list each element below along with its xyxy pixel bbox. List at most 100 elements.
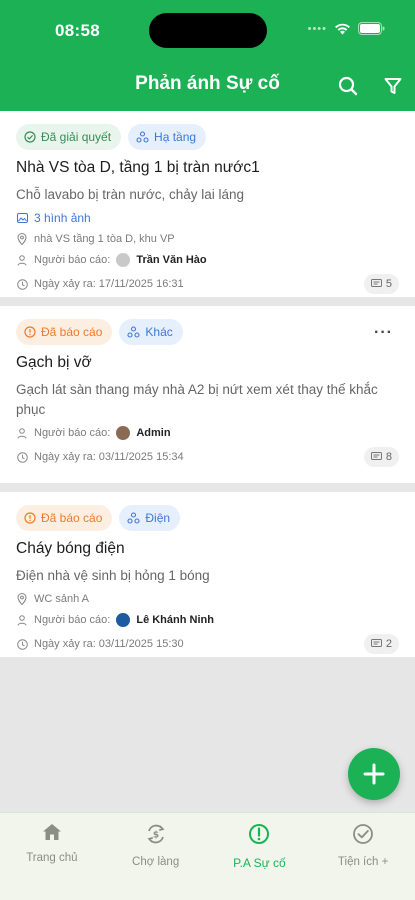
category-label: Hạ tầng — [154, 130, 197, 144]
clock-icon — [16, 638, 28, 650]
status-badge: Đã báo cáo — [16, 505, 113, 531]
location-pin-icon — [16, 233, 28, 245]
battery-icon — [358, 22, 385, 35]
tab-label: P.A Sự cố — [233, 856, 286, 870]
category-badge: Điện — [119, 505, 181, 531]
location-row: nhà VS tầng 1 tòa D, khu VP — [16, 231, 399, 247]
date-text: Ngày xảy ra: 03/11/2025 15:30 — [34, 638, 184, 650]
tab-label: Tiện ích + — [337, 856, 389, 868]
comment-icon — [370, 452, 382, 460]
card-title: Gạch bị vỡ — [16, 354, 92, 371]
comment-icon — [370, 279, 382, 287]
status-label: Đã báo cáo — [41, 511, 103, 525]
wifi-icon — [335, 23, 350, 34]
status-badge: Đã giải quyết — [16, 124, 122, 150]
tab-home[interactable]: Trang chủ — [0, 813, 104, 900]
card-description: Chỗ lavabo bị tràn nước, chảy lai láng — [16, 187, 245, 202]
reporter-name: Admin — [136, 427, 171, 439]
location-text: nhà VS tầng 1 tòa D, khu VP — [34, 233, 175, 245]
person-icon — [16, 427, 28, 439]
more-options-button[interactable]: ··· — [374, 324, 393, 342]
avatar — [116, 426, 131, 440]
category-badge: Khác — [119, 319, 183, 345]
alert-circle-icon — [24, 326, 36, 338]
status-icons: •••• — [308, 22, 385, 35]
incident-card[interactable]: ··· Đã báo cáo Khác Gạch bị vỡ Gạch lát … — [0, 306, 415, 483]
images-link[interactable]: 3 hình ảnh — [34, 211, 91, 225]
location-text: WC sảnh A — [34, 593, 90, 605]
reporter-row: Người báo cáo: Admin — [16, 425, 399, 441]
comment-count: 2 — [363, 634, 399, 654]
date-text: Ngày xảy ra: 03/11/2025 15:34 — [34, 451, 184, 463]
card-tags: Đã báo cáo Điện — [16, 505, 399, 531]
incident-card[interactable]: Đã giải quyết Hạ tầng Nhà VS tòa D, tầng… — [0, 111, 415, 297]
card-tags: Đã giải quyết Hạ tầng — [16, 124, 399, 150]
reporter-name: Trần Văn Hào — [136, 254, 207, 266]
category-icon — [127, 326, 140, 338]
tab-label: Trang chủ — [26, 852, 78, 864]
tab-incidents[interactable]: P.A Sự cố — [208, 813, 312, 900]
images-row[interactable]: 3 hình ảnh — [16, 210, 399, 226]
category-label: Khác — [145, 325, 173, 339]
exchange-icon: $ — [147, 824, 165, 844]
filter-icon — [384, 78, 402, 94]
search-button[interactable] — [336, 74, 360, 98]
dynamic-island — [149, 13, 267, 48]
date-row: Ngày xảy ra: 17/11/2025 16:31 5 — [16, 274, 399, 294]
status-label: Đã báo cáo — [41, 325, 103, 339]
card-title: Nhà VS tòa D, tầng 1 bị tràn nước1 — [16, 159, 260, 176]
person-icon — [16, 614, 28, 626]
incident-list: Đã giải quyết Hạ tầng Nhà VS tòa D, tầng… — [0, 111, 415, 657]
bottom-tab-bar: Trang chủ $ Chợ làng P.A Sự cố Tiện ích … — [0, 812, 415, 900]
tab-utilities[interactable]: Tiện ích + — [311, 813, 415, 900]
alert-circle-icon — [24, 512, 36, 524]
location-pin-icon — [16, 593, 28, 605]
comment-count: 8 — [363, 447, 399, 467]
clock-icon — [16, 278, 28, 290]
date-meta: Ngày xảy ra: 03/11/2025 15:34 — [16, 449, 184, 465]
count-value: 2 — [385, 638, 392, 650]
alert-icon — [249, 824, 270, 844]
reporter-label: Người báo cáo: — [34, 614, 111, 626]
date-row: Ngày xảy ra: 03/11/2025 15:34 8 — [16, 447, 399, 467]
reporter-name: Lê Khánh Ninh — [136, 614, 214, 626]
reporter-label: Người báo cáo: — [34, 427, 111, 439]
app-header: 08:58 •••• Phản ánh Sự cố — [0, 0, 415, 111]
reporter-row: Người báo cáo: Trần Văn Hào — [16, 252, 399, 268]
add-incident-button[interactable] — [348, 748, 400, 800]
date-meta: Ngày xảy ra: 03/11/2025 15:30 — [16, 636, 184, 652]
person-icon — [16, 254, 28, 266]
plus-icon — [363, 763, 385, 785]
avatar — [116, 253, 131, 267]
clock-icon — [16, 451, 28, 463]
date-row: Ngày xảy ra: 03/11/2025 15:30 2 — [16, 634, 399, 654]
search-icon — [338, 76, 358, 96]
incident-card[interactable]: Đã báo cáo Điện Cháy bóng điện Điện nhà … — [0, 492, 415, 657]
filter-button[interactable] — [381, 74, 405, 98]
tab-label: Chợ làng — [132, 856, 180, 868]
card-description: Điện nhà vệ sinh bị hỏng 1 bóng — [16, 568, 210, 583]
category-label: Điện — [145, 511, 171, 525]
svg-text:$: $ — [152, 831, 158, 841]
category-icon — [127, 512, 140, 524]
status-badge: Đã báo cáo — [16, 319, 113, 345]
date-text: Ngày xảy ra: 17/11/2025 16:31 — [34, 278, 184, 290]
count-value: 8 — [385, 451, 392, 463]
check-circle-icon — [353, 824, 374, 844]
date-meta: Ngày xảy ra: 17/11/2025 16:31 — [16, 276, 184, 292]
status-label: Đã giải quyết — [41, 130, 112, 144]
count-value: 5 — [385, 278, 392, 290]
status-time: 08:58 — [55, 21, 100, 40]
card-tags: Đã báo cáo Khác — [16, 319, 399, 345]
comment-count: 5 — [363, 274, 399, 294]
signal-icon: •••• — [307, 22, 327, 35]
avatar — [116, 613, 131, 627]
image-icon — [16, 212, 28, 224]
location-row: WC sảnh A — [16, 591, 399, 607]
reporter-row: Người báo cáo: Lê Khánh Ninh — [16, 612, 399, 628]
card-description: Gạch lát sàn thang máy nhà A2 bị nứt xem… — [16, 382, 378, 417]
check-circle-icon — [24, 131, 36, 143]
comment-icon — [370, 639, 382, 647]
reporter-label: Người báo cáo: — [34, 254, 111, 266]
tab-market[interactable]: $ Chợ làng — [104, 813, 208, 900]
